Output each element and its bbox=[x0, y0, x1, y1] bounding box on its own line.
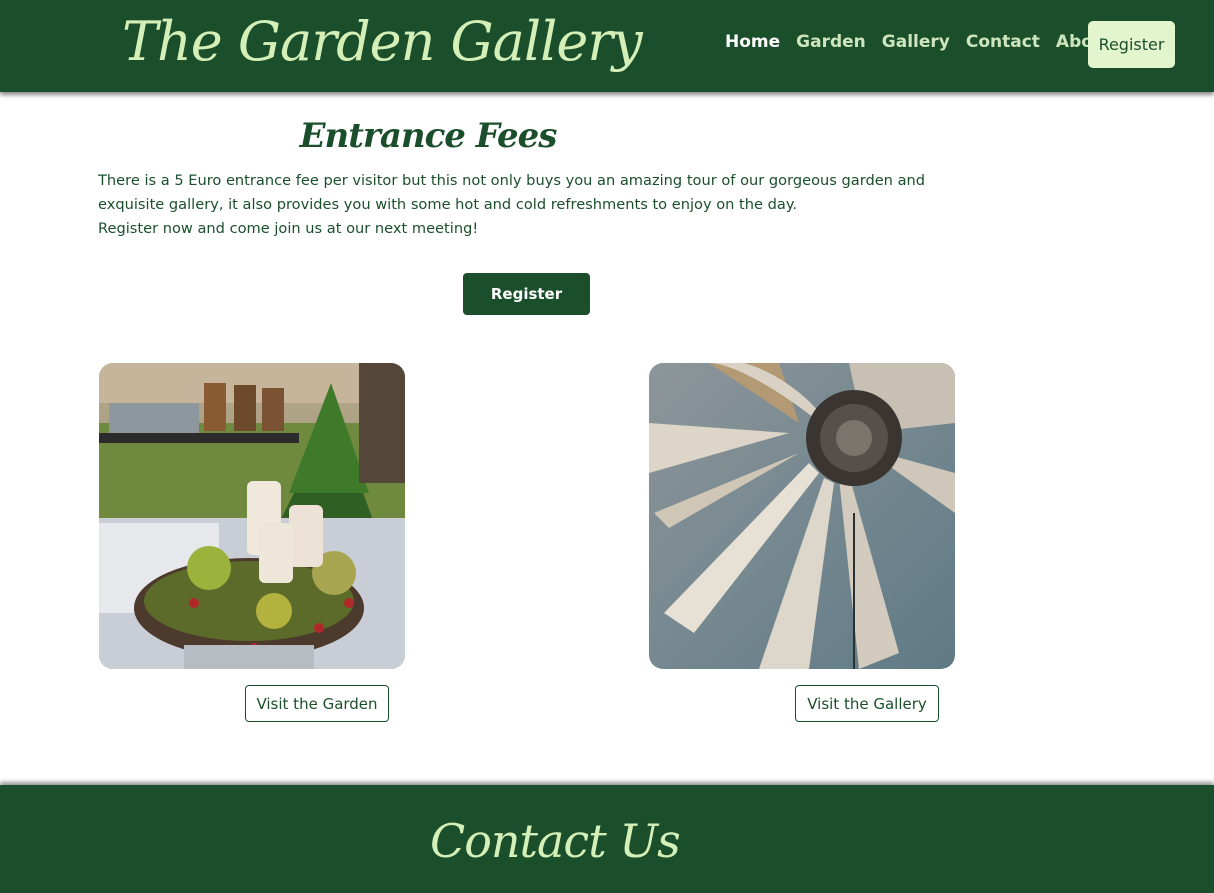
nav-link-home[interactable]: Home bbox=[725, 31, 780, 53]
nav-link-garden[interactable]: Garden bbox=[796, 31, 866, 53]
visit-garden-button[interactable]: Visit the Garden bbox=[245, 685, 389, 722]
entrance-fees-title: Entrance Fees bbox=[299, 116, 558, 156]
site-footer: Contact Us bbox=[0, 785, 1214, 893]
entrance-fees-text: There is a 5 Euro entrance fee per visit… bbox=[98, 169, 958, 241]
nav-link-gallery[interactable]: Gallery bbox=[882, 31, 950, 53]
entrance-fee-paragraph: There is a 5 Euro entrance fee per visit… bbox=[98, 172, 926, 213]
gallery-photo bbox=[649, 363, 955, 669]
site-logo[interactable]: The Garden Gallery bbox=[122, 2, 643, 82]
register-button[interactable]: Register bbox=[463, 273, 590, 315]
register-invite-paragraph: Register now and come join us at our nex… bbox=[98, 220, 479, 237]
header-register-button[interactable]: Register bbox=[1088, 21, 1175, 68]
visit-gallery-button[interactable]: Visit the Gallery bbox=[795, 685, 939, 722]
contact-us-title: Contact Us bbox=[430, 814, 681, 868]
site-header: The Garden Gallery Home Garden Gallery C… bbox=[0, 0, 1214, 92]
garden-photo bbox=[99, 363, 405, 669]
nav-link-contact[interactable]: Contact bbox=[966, 31, 1040, 53]
main-nav: Home Garden Gallery Contact About bbox=[725, 31, 1113, 53]
